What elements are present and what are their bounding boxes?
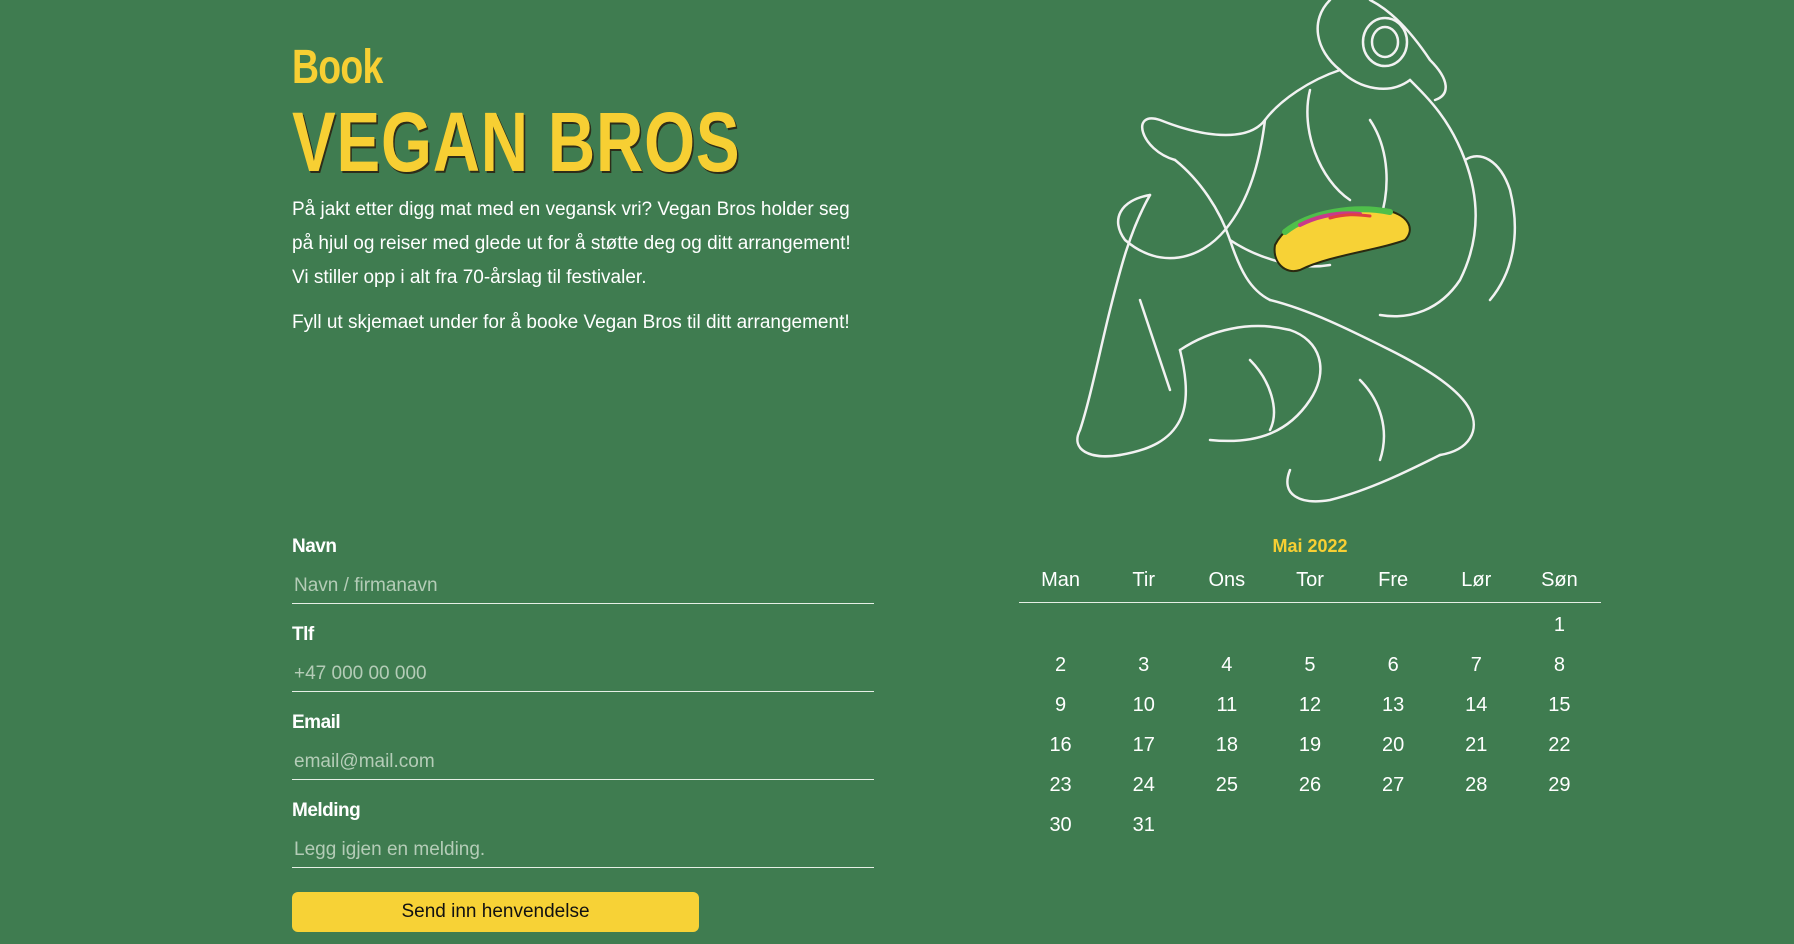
calendar-empty-cell: [1185, 806, 1268, 846]
calendar-day[interactable]: 13: [1352, 686, 1435, 726]
message-field-group: Melding: [292, 796, 874, 884]
calendar-day[interactable]: 11: [1185, 686, 1268, 726]
calendar-day[interactable]: 16: [1019, 726, 1102, 766]
intro-paragraph-1: På jakt etter digg mat med en vegansk vr…: [292, 199, 851, 288]
weekday-label: Lør: [1461, 569, 1492, 591]
phone-input[interactable]: [292, 656, 874, 692]
weekday-label: Tor: [1296, 569, 1324, 591]
calendar-empty-cell: [1268, 806, 1351, 846]
calendar-day[interactable]: 2: [1019, 646, 1102, 686]
calendar-day[interactable]: 1: [1518, 606, 1601, 646]
calendar-empty-cell: [1518, 806, 1601, 846]
weekday-label: Ons: [1208, 569, 1246, 591]
weekday-label: Søn: [1541, 569, 1578, 591]
yeti-eating-taco-illustration: [1076, 0, 1516, 503]
calendar-day[interactable]: 24: [1102, 766, 1185, 806]
calendar-empty-cell: [1352, 806, 1435, 846]
calendar-day[interactable]: 14: [1435, 686, 1518, 726]
calendar-day[interactable]: 5: [1268, 646, 1351, 686]
calendar-week-row: 16 17 18 19 20 21 22: [1019, 726, 1601, 766]
calendar-weekday-header: Man Tir Ons Tor Fre Lør Søn: [1019, 562, 1601, 603]
calendar-day[interactable]: 15: [1518, 686, 1601, 726]
calendar-day[interactable]: 20: [1352, 726, 1435, 766]
calendar: Mai 2022 Man Tir Ons Tor Fre Lør Søn 123…: [1019, 530, 1601, 846]
calendar-day[interactable]: 31: [1102, 806, 1185, 846]
calendar-empty-cell: [1435, 806, 1518, 846]
calendar-day[interactable]: 6: [1352, 646, 1435, 686]
calendar-week-row: 1: [1019, 606, 1601, 646]
calendar-day[interactable]: 21: [1435, 726, 1518, 766]
calendar-month-title: Mai 2022: [1272, 536, 1348, 556]
calendar-empty-cell: [1102, 606, 1185, 646]
calendar-empty-cell: [1019, 606, 1102, 646]
calendar-day[interactable]: 4: [1185, 646, 1268, 686]
calendar-day[interactable]: 18: [1185, 726, 1268, 766]
calendar-day[interactable]: 28: [1435, 766, 1518, 806]
email-field-group: Email: [292, 708, 874, 796]
calendar-day[interactable]: 8: [1518, 646, 1601, 686]
calendar-days: 1 2 3 4 5 6 7 8 9 10 11 12 13 14 15 16 17 18 19 20 21 22 23 24 2…: [1019, 603, 1601, 846]
calendar-day[interactable]: 26: [1268, 766, 1351, 806]
booking-form: Navn Tlf Email Melding: [292, 532, 874, 884]
heading-book: Book: [292, 41, 383, 94]
calendar-day[interactable]: 22: [1518, 726, 1601, 766]
calendar-day[interactable]: 23: [1019, 766, 1102, 806]
calendar-day[interactable]: 17: [1102, 726, 1185, 766]
email-input[interactable]: [292, 744, 874, 780]
name-label: Navn: [292, 536, 337, 557]
calendar-empty-cell: [1185, 606, 1268, 646]
calendar-week-row: 2345678: [1019, 646, 1601, 686]
weekday-label: Tir: [1132, 569, 1155, 591]
weekday-label: Man: [1041, 569, 1081, 591]
calendar-day[interactable]: 29: [1518, 766, 1601, 806]
weekday-label: Fre: [1378, 569, 1409, 591]
calendar-day[interactable]: 25: [1185, 766, 1268, 806]
calendar-week-row: 23 24 25 26 27 28 29: [1019, 766, 1601, 806]
calendar-day[interactable]: 10: [1102, 686, 1185, 726]
calendar-day[interactable]: 30: [1019, 806, 1102, 846]
message-label: Melding: [292, 800, 361, 821]
heading-vegan-bros: VEGAN BROS: [292, 95, 741, 189]
calendar-empty-cell: [1435, 606, 1518, 646]
intro-text: På jakt etter digg mat med en vegansk vr…: [292, 193, 872, 351]
calendar-day[interactable]: 12: [1268, 686, 1351, 726]
calendar-day[interactable]: 27: [1352, 766, 1435, 806]
email-label: Email: [292, 712, 341, 733]
intro-paragraph-2: Fyll ut skjemaet under for å booke Vegan…: [292, 312, 850, 333]
phone-label: Tlf: [292, 624, 314, 645]
name-field-group: Navn: [292, 532, 874, 620]
phone-field-group: Tlf: [292, 620, 874, 708]
calendar-day[interactable]: 19: [1268, 726, 1351, 766]
message-input[interactable]: [292, 832, 874, 868]
calendar-week-row: 9 10 11 12 13 14 15: [1019, 686, 1601, 726]
calendar-day[interactable]: 9: [1019, 686, 1102, 726]
calendar-day[interactable]: 7: [1435, 646, 1518, 686]
submit-button[interactable]: Send inn henvendelse: [292, 892, 699, 932]
calendar-empty-cell: [1352, 606, 1435, 646]
calendar-empty-cell: [1268, 606, 1351, 646]
name-input[interactable]: [292, 568, 874, 604]
calendar-day[interactable]: 3: [1102, 646, 1185, 686]
calendar-week-row: 30 31: [1019, 806, 1601, 846]
